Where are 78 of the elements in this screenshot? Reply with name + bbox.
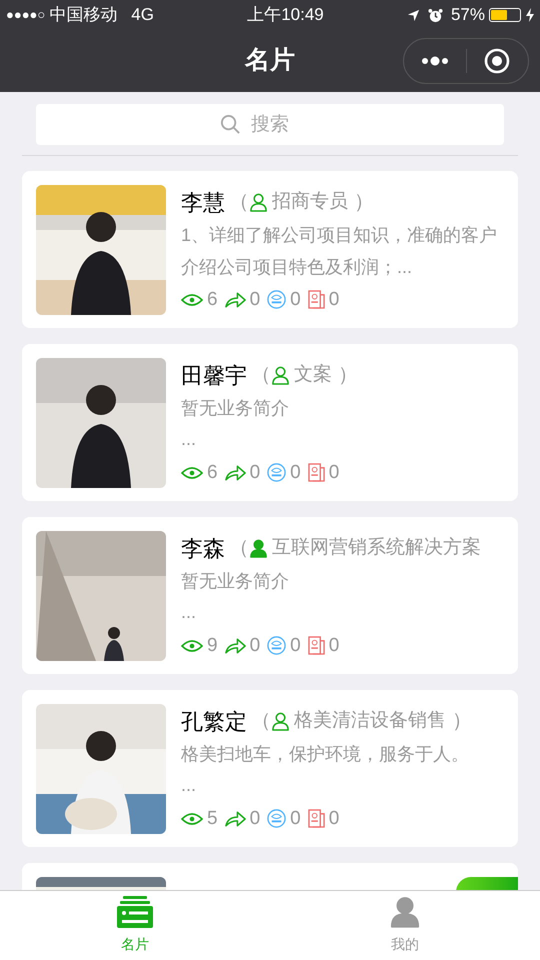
signal-text: ●●●●○ [6, 6, 46, 24]
alarm-icon [428, 8, 443, 22]
eye-icon [181, 812, 203, 826]
news-eye-icon [267, 290, 286, 310]
count-text: 0 [328, 806, 340, 830]
document-icon [308, 636, 325, 656]
description-text: 暂无业务简介 [181, 570, 290, 593]
person-icon [249, 192, 268, 212]
share-arrow-icon [224, 810, 246, 827]
count-text: 0 [250, 634, 260, 658]
card[interactable]: 李森 （ 互联网营销系统解决方案 暂无业务简介 ... 9 0 0 0 [22, 517, 518, 674]
paren-text: ） [338, 363, 358, 388]
name-text: 李森 [181, 534, 225, 562]
person-icon [271, 712, 290, 730]
card-stack-icon [117, 896, 153, 928]
card[interactable]: 田馨宇 （ 文案 ） 暂无业务简介 ... 6 0 0 0 [22, 344, 518, 501]
count-text: 0 [290, 634, 301, 658]
count-text: 0 [250, 460, 260, 484]
more-icon [420, 56, 449, 66]
description-text: 1、详细了解公司项目知识，准确的客户介绍公司项目特色及利润；... [181, 224, 498, 279]
paren-text: （ [251, 709, 271, 734]
name-text: 李慧 [181, 188, 225, 216]
page-title: 名片 [245, 45, 295, 76]
network-text: 4G [131, 4, 154, 26]
count-text: 0 [328, 288, 340, 312]
count-text: 5 [207, 806, 218, 830]
share-arrow-icon [224, 464, 246, 481]
role-text: 格美清洁设备销售 [294, 708, 446, 733]
count-text: 0 [328, 460, 340, 484]
role-text: 文案 [294, 362, 332, 387]
count-text: 0 [250, 288, 260, 312]
eye-icon [181, 638, 203, 653]
battery-icon [489, 8, 521, 22]
role-text: 招商专员 [272, 190, 348, 214]
description-text: 暂无业务简介 [181, 397, 290, 420]
search-field[interactable]: 搜索 [36, 104, 504, 145]
eye-icon [181, 292, 203, 307]
ellipsis-text: ... [181, 774, 198, 797]
name-text: 孔繁定 [181, 708, 247, 736]
paren-text: ） [452, 709, 472, 734]
document-icon [308, 463, 325, 482]
count-text: 6 [207, 460, 218, 484]
share-arrow-icon [224, 638, 246, 654]
card[interactable]: 孔繁定 （ 格美清洁设备销售 ） 格美扫地车，保护环境，服务于人。 ... 5 0 0 0 [22, 690, 518, 847]
paren-text: （ [229, 190, 249, 215]
carrier-text: 中国移动 [49, 4, 118, 26]
eye-icon [181, 466, 203, 480]
news-eye-icon [267, 636, 286, 656]
paren-text: （ [229, 536, 249, 561]
name-text: 田馨宇 [181, 362, 247, 390]
ellipsis-text: ... [181, 428, 198, 451]
paren-text: （ [251, 363, 271, 388]
news-eye-icon [267, 809, 286, 828]
paren-text: ） [354, 190, 374, 215]
document-icon [308, 290, 325, 310]
count-text: 0 [290, 288, 301, 312]
share-arrow-icon [224, 292, 246, 308]
battery-text: 57% [450, 4, 485, 26]
count-text: 0 [250, 806, 260, 830]
news-eye-icon [267, 463, 286, 482]
document-icon [308, 809, 325, 828]
charging-icon [526, 8, 534, 22]
person-icon [389, 896, 421, 928]
card[interactable]: 李慧 （ 招商专员 ） 1、详细了解公司项目知识，准确的客户介绍公司项目特色及利润；... 6 0 0 0 [22, 171, 518, 328]
ellipsis-text: ... [181, 601, 198, 624]
target-icon [484, 48, 510, 74]
count-text: 6 [207, 288, 218, 312]
person-icon [249, 538, 268, 558]
description-text: 格美扫地车，保护环境，服务于人。 [181, 743, 470, 766]
count-text: 0 [290, 460, 301, 484]
time-text: 上午10:49 [246, 4, 324, 26]
count-text: 0 [328, 634, 340, 658]
count-text: 9 [207, 634, 218, 658]
person-icon [271, 366, 290, 384]
role-text: 互联网营销系统解决方案 [272, 536, 481, 560]
location-icon [406, 8, 420, 22]
count-text: 0 [290, 806, 301, 830]
search-icon [220, 114, 241, 135]
